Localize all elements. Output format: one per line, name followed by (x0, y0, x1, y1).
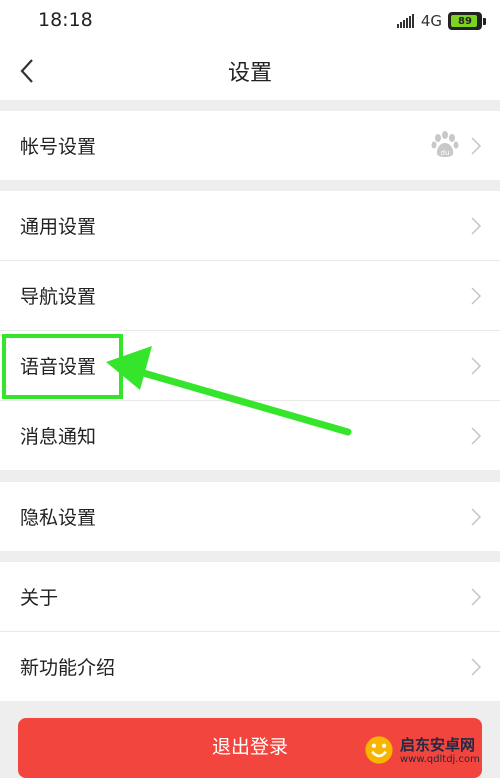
watermark-name: 启东安卓网 (400, 736, 476, 754)
settings-item-label: 新功能介绍 (20, 657, 116, 679)
settings-item-label: 消息通知 (20, 426, 97, 448)
settings-item-label: 帐号设置 (20, 136, 97, 158)
settings-item-new-features[interactable]: 新功能介绍 (0, 632, 500, 701)
navigation-bar: 设置 (0, 42, 500, 100)
watermark-url: www.qdltdj.com (400, 754, 480, 765)
svg-text:du: du (441, 149, 450, 157)
settings-item-privacy[interactable]: 隐私设置 (0, 482, 500, 551)
page-title: 设置 (227, 61, 272, 86)
settings-item-about[interactable]: 关于 (0, 562, 500, 632)
baidu-paw-icon: du (431, 131, 459, 157)
chevron-right-icon (471, 217, 482, 235)
status-indicators: 4G 89 (396, 11, 486, 31)
chevron-right-icon (471, 508, 482, 526)
settings-item-account[interactable]: 帐号设置 du (0, 111, 500, 180)
settings-item-navigation[interactable]: 导航设置 (0, 261, 500, 331)
chevron-right-icon (471, 427, 482, 445)
signal-icon (396, 14, 415, 28)
chevron-right-icon (471, 137, 482, 155)
chevron-right-icon (471, 588, 482, 606)
settings-item-label: 隐私设置 (20, 507, 97, 529)
network-type: 4G (420, 12, 442, 30)
settings-item-label: 通用设置 (20, 216, 97, 238)
watermark-logo-icon (365, 736, 393, 764)
status-time: 18:18 (38, 9, 93, 31)
settings-item-label: 导航设置 (20, 286, 97, 308)
chevron-right-icon (471, 287, 482, 305)
settings-item-general[interactable]: 通用设置 (0, 191, 500, 261)
watermark: 启东安卓网 www.qdltdj.com (362, 731, 498, 771)
chevron-right-icon (471, 658, 482, 676)
settings-group-about: 关于 新功能介绍 (0, 562, 500, 701)
battery-level: 89 (458, 15, 472, 27)
settings-group-privacy: 隐私设置 (0, 482, 500, 551)
battery-icon: 89 (448, 12, 482, 30)
chevron-right-icon (471, 357, 482, 375)
settings-item-label: 关于 (20, 587, 59, 609)
status-bar: 18:18 4G 89 (0, 0, 500, 42)
settings-group-account: 帐号设置 du (0, 111, 500, 180)
annotation-arrow-icon (106, 346, 352, 436)
